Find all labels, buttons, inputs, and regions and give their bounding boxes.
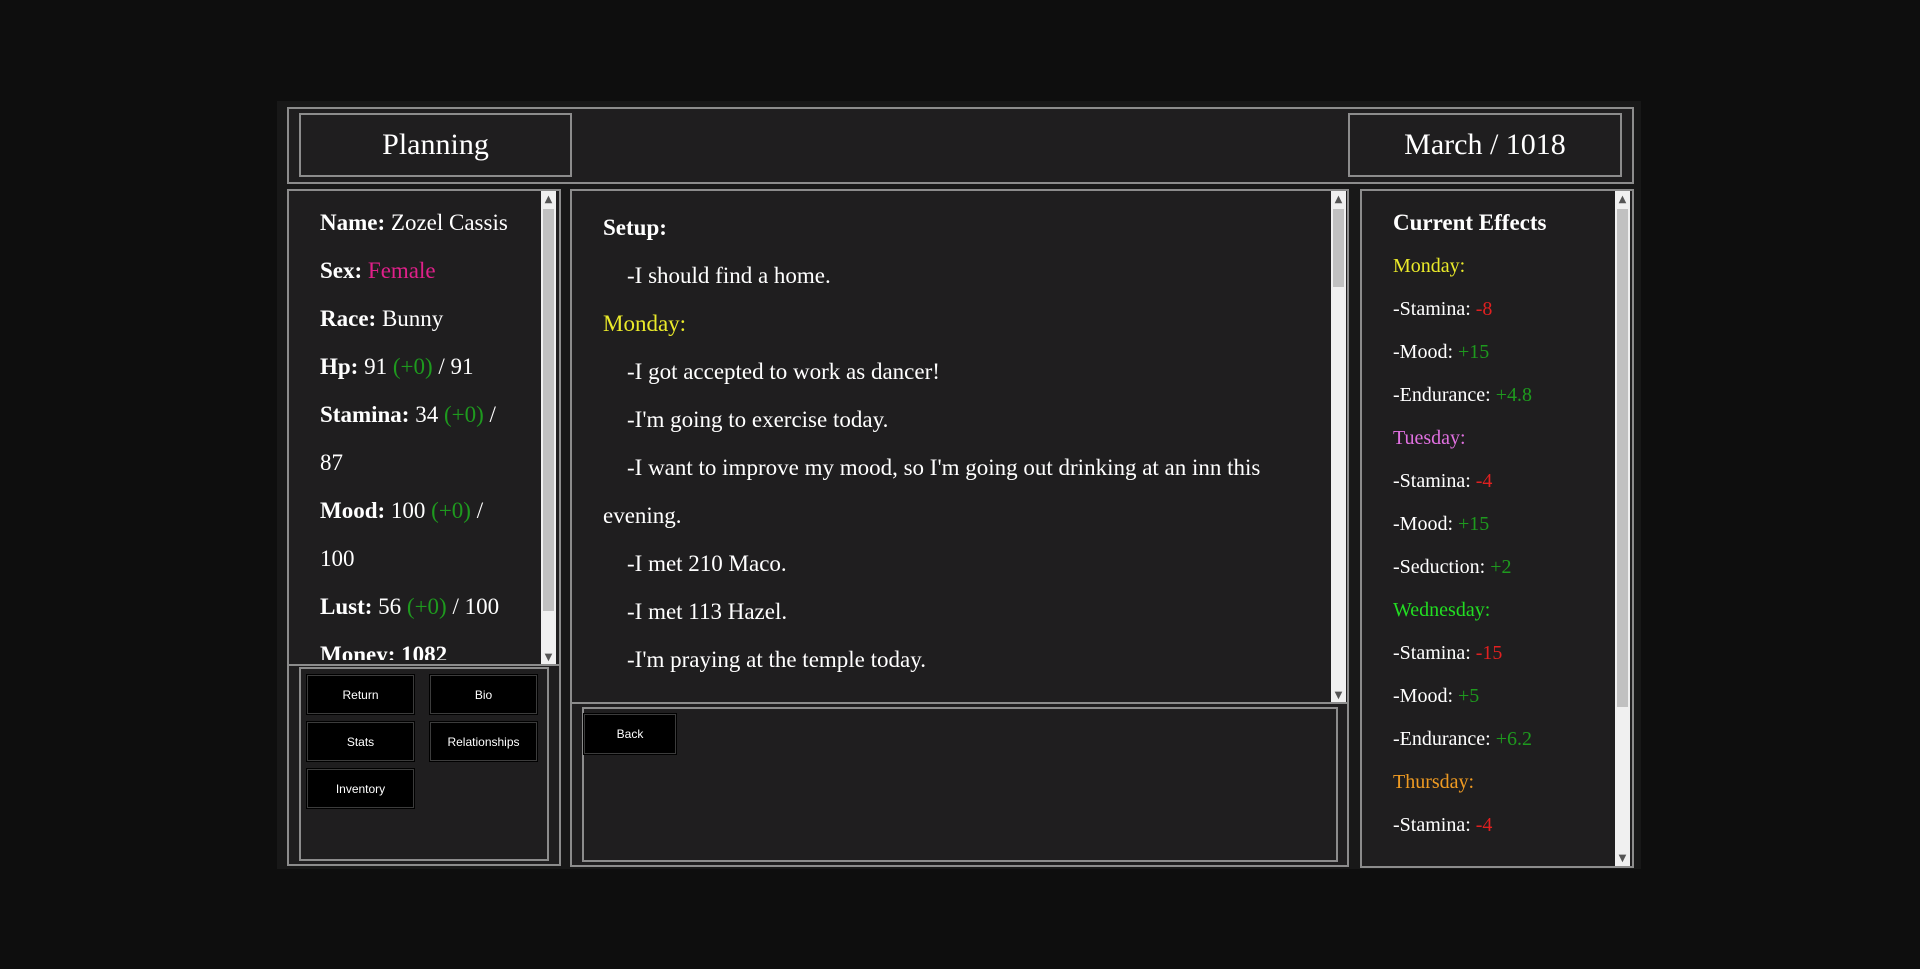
event-log-scrollbar[interactable]: ▲ ▼ xyxy=(1331,191,1346,703)
scroll-down-icon[interactable]: ▼ xyxy=(1615,850,1630,866)
relationships-button[interactable]: Relationships xyxy=(429,721,538,762)
effects-title: Current Effects xyxy=(1393,210,1547,235)
mood-value: 100 xyxy=(390,498,426,523)
money-partial: Money: 1082 xyxy=(320,642,448,660)
effects-tuesday: Tuesday: xyxy=(1393,427,1466,449)
character-name: Zozel Cassis xyxy=(390,210,508,235)
scroll-down-icon[interactable]: ▼ xyxy=(1331,687,1346,703)
monday-heading: Monday: xyxy=(603,311,687,336)
event-log: Setup: -I should find a home. Monday: -I… xyxy=(603,204,1325,696)
character-info: Name: Zozel Cassis Sex: Female Race: Bun… xyxy=(320,199,538,660)
lust-value: 56 xyxy=(378,594,402,619)
bio-button[interactable]: Bio xyxy=(429,674,538,715)
effects-monday: Monday: xyxy=(1393,255,1466,277)
mode-title: Planning xyxy=(299,113,572,177)
scroll-up-icon[interactable]: ▲ xyxy=(1615,191,1630,207)
character-race: Bunny xyxy=(381,306,444,331)
scroll-up-icon[interactable]: ▲ xyxy=(541,191,556,207)
hp-value: 91 xyxy=(364,354,388,379)
inventory-button[interactable]: Inventory xyxy=(306,768,415,809)
effects-thursday: Thursday: xyxy=(1393,771,1475,793)
scrollbar-thumb[interactable] xyxy=(1617,209,1628,707)
effects-wednesday: Wednesday: xyxy=(1393,599,1491,621)
stats-button[interactable]: Stats xyxy=(306,721,415,762)
return-button[interactable]: Return xyxy=(306,674,415,715)
back-button[interactable]: Back xyxy=(583,713,677,755)
action-inner xyxy=(582,707,1338,862)
scroll-up-icon[interactable]: ▲ xyxy=(1331,191,1346,207)
effects-scrollbar[interactable]: ▲ ▼ xyxy=(1615,191,1630,866)
scrollbar-thumb[interactable] xyxy=(543,209,554,611)
character-scrollbar[interactable]: ▲ ▼ xyxy=(541,191,556,665)
scrollbar-thumb[interactable] xyxy=(1333,209,1344,287)
effects-list: Current Effects Monday: -Stamina: -8 -Mo… xyxy=(1393,201,1613,861)
scroll-down-icon[interactable]: ▼ xyxy=(541,649,556,665)
stamina-value: 34 xyxy=(415,402,439,427)
setup-heading: Setup: xyxy=(603,215,667,240)
date-display: March / 1018 xyxy=(1348,113,1622,177)
character-sex: Female xyxy=(367,258,436,283)
